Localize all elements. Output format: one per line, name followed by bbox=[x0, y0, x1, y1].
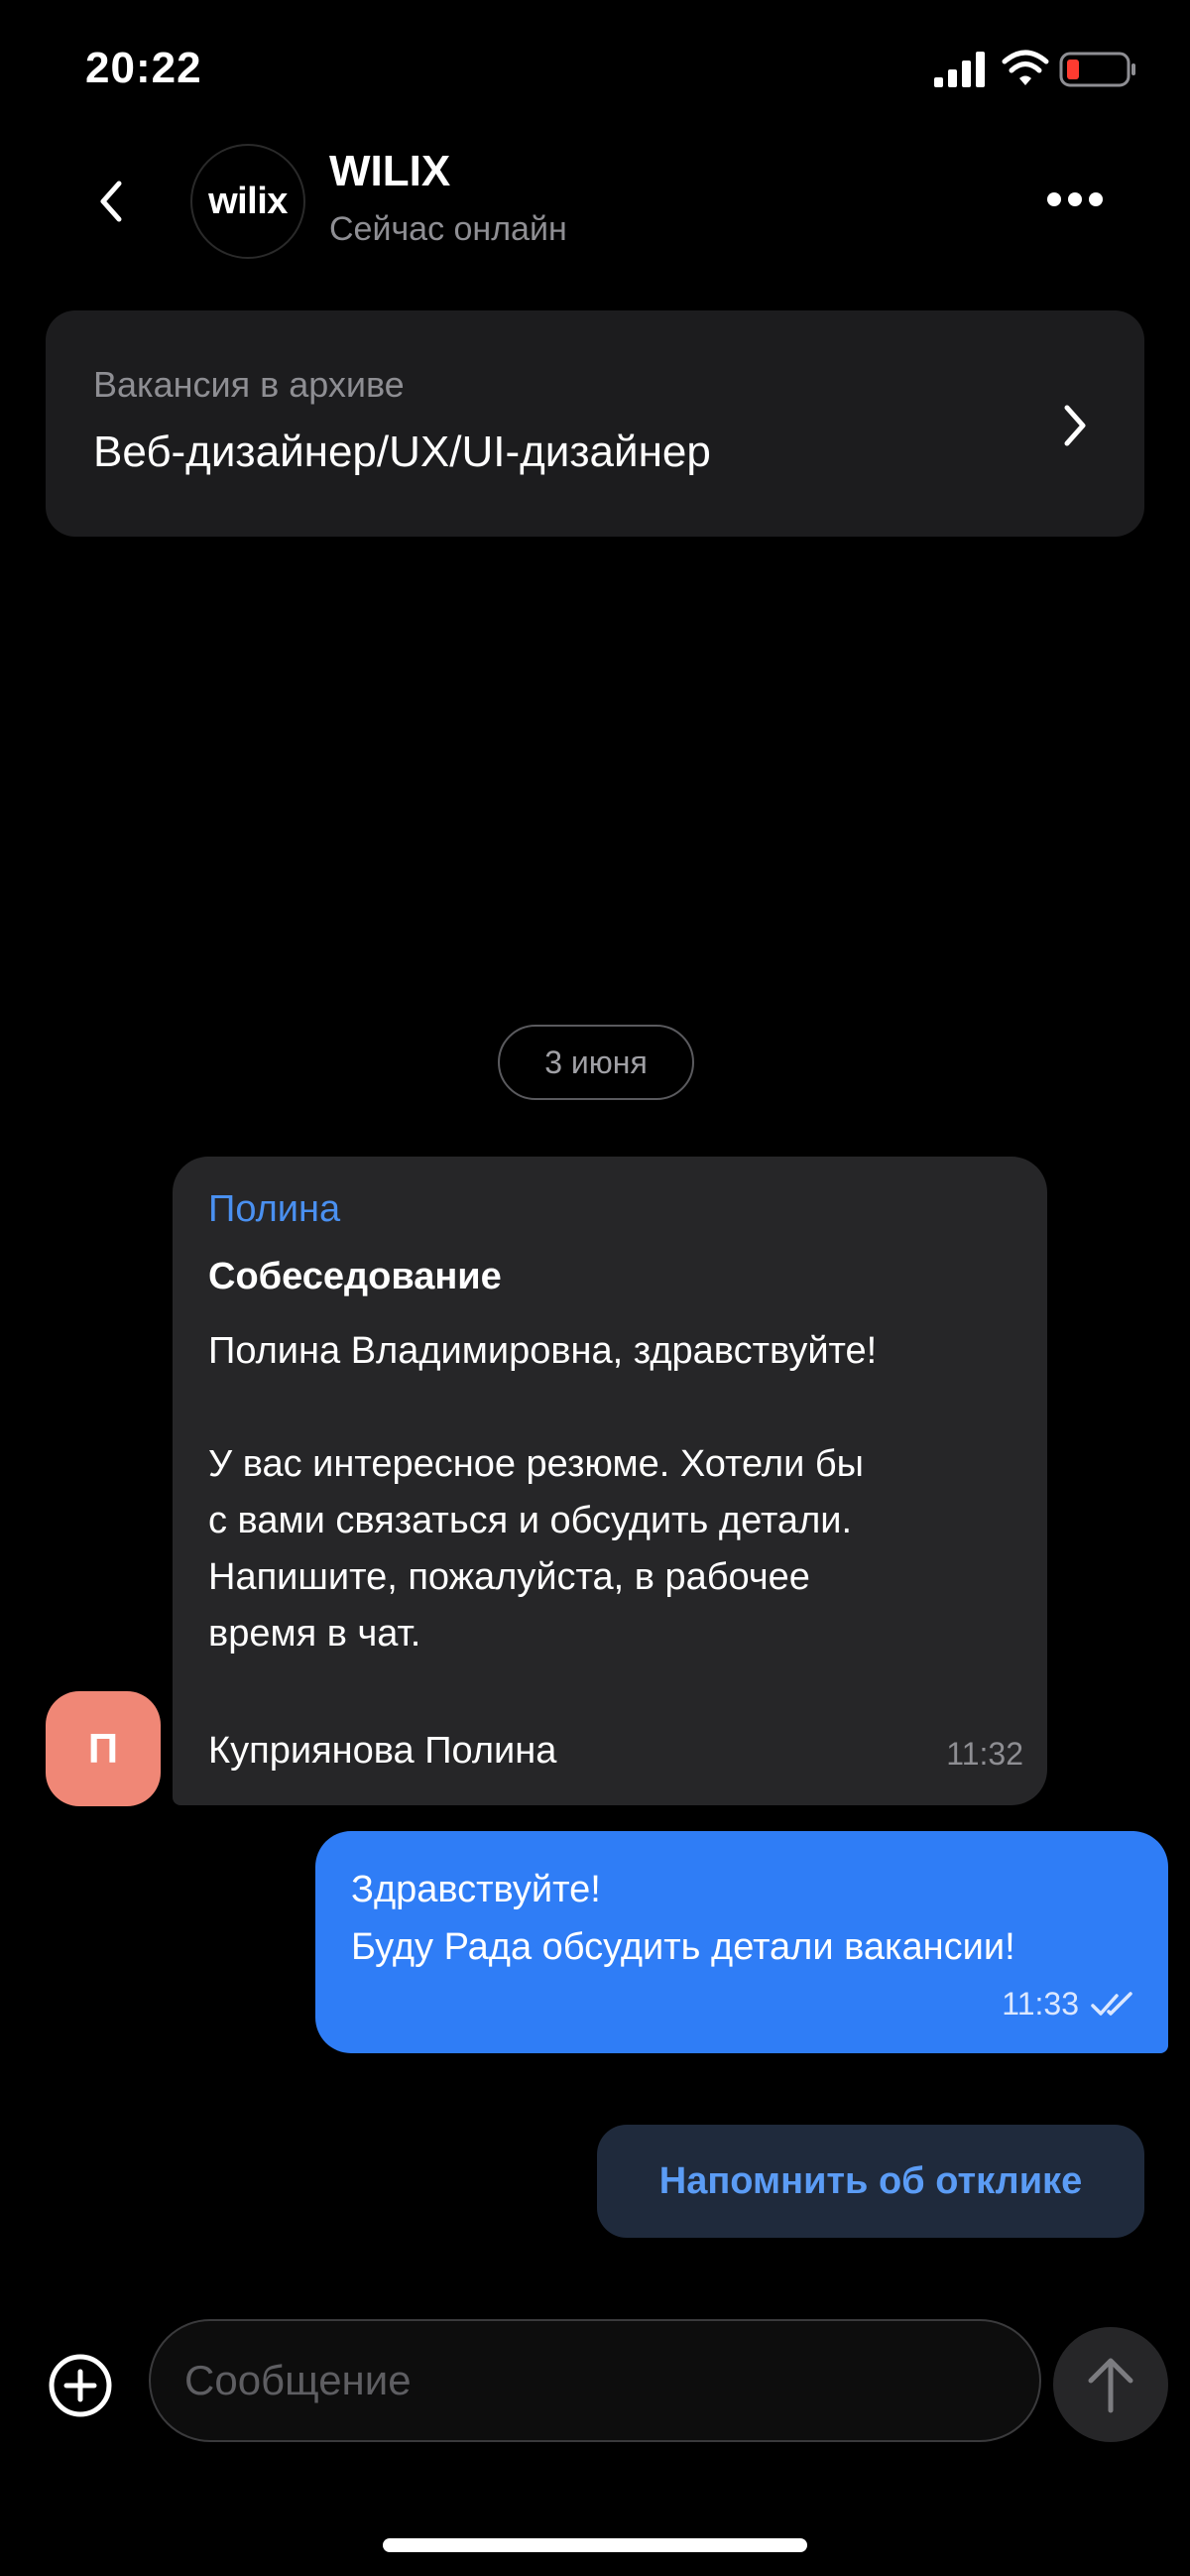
message-text: Здравствуйте! Буду Рада обсудить детали … bbox=[351, 1869, 1015, 1968]
message-body: Полина Владимировна, здравствуйте! У вас… bbox=[208, 1330, 878, 1655]
vacancy-title: Веб-дизайнер/UX/UI-дизайнер bbox=[93, 428, 711, 476]
sender-avatar[interactable]: П bbox=[46, 1691, 161, 1806]
message-time: 11:33 bbox=[1002, 1986, 1079, 2022]
vacancy-status: Вакансия в архиве bbox=[93, 364, 405, 405]
send-button[interactable] bbox=[1053, 2327, 1168, 2442]
more-options-button[interactable] bbox=[1047, 190, 1103, 214]
incoming-message[interactable]: Полина Собеседование Полина Владимировна… bbox=[173, 1157, 1047, 1805]
chat-screen: 20:22 wilix WILIX Сейчас онлайн Вакансия… bbox=[0, 0, 1190, 2576]
chevron-right-icon bbox=[1064, 405, 1086, 446]
double-check-icon bbox=[1091, 1992, 1132, 2016]
back-button[interactable] bbox=[85, 174, 141, 229]
message-subject: Собеседование bbox=[208, 1256, 502, 1297]
message-input[interactable] bbox=[149, 2319, 1041, 2442]
arrow-up-icon bbox=[1088, 2358, 1133, 2413]
outgoing-message[interactable]: Здравствуйте! Буду Рада обсудить детали … bbox=[315, 1831, 1168, 2053]
plus-circle-icon bbox=[49, 2354, 112, 2417]
vacancy-card[interactable]: Вакансия в архиве Веб-дизайнер/UX/UI-диз… bbox=[46, 310, 1144, 537]
wifi-icon bbox=[1002, 50, 1049, 85]
home-indicator[interactable] bbox=[383, 2538, 807, 2552]
add-attachment-button[interactable] bbox=[48, 2353, 113, 2418]
battery-low-icon bbox=[1059, 52, 1135, 87]
message-time: 11:32 bbox=[946, 1736, 1023, 1772]
remind-response-button[interactable]: Напомнить об отклике bbox=[597, 2125, 1144, 2238]
status-icons bbox=[932, 50, 1140, 93]
chat-title[interactable]: WILIX bbox=[329, 147, 450, 196]
status-time: 20:22 bbox=[85, 44, 202, 92]
message-sender[interactable]: Полина bbox=[208, 1188, 340, 1231]
signal-icon bbox=[934, 52, 985, 87]
chevron-left-icon bbox=[100, 181, 122, 222]
company-logo-text: wilix bbox=[208, 180, 288, 222]
date-separator: 3 июня bbox=[498, 1025, 694, 1100]
message-signature: Куприянова Полина bbox=[208, 1730, 557, 1772]
company-avatar[interactable]: wilix bbox=[190, 144, 305, 259]
online-status: Сейчас онлайн bbox=[329, 210, 567, 248]
